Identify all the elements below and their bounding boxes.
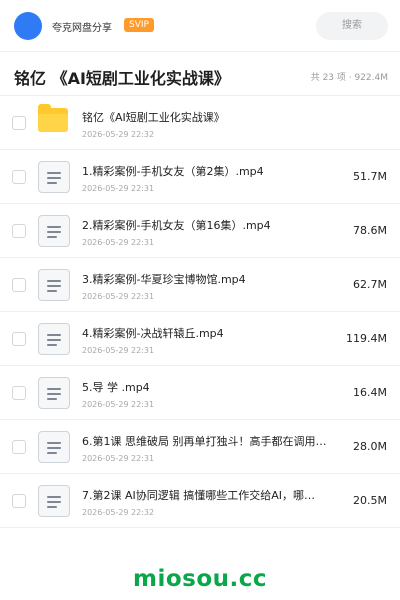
share-header: 夸克网盘分享 SVIP 搜索 [0,0,400,52]
list-item[interactable]: 1.精彩案例-手机女友（第2集）.mp4 2026-05-29 22:31 51… [0,150,400,204]
select-checkbox[interactable] [12,278,26,292]
item-name: 6.第1课 思维破局 别再单打独斗！高手都在调用A… [82,435,332,448]
select-checkbox[interactable] [12,494,26,508]
item-size: 20.5M [353,494,387,507]
list-item[interactable]: 7.第2课 AI协同逻辑 搞懂哪些工作交给AI，哪… 2026-05-29 22… [0,474,400,528]
item-date: 2026-05-29 22:31 [82,346,155,355]
select-checkbox[interactable] [12,332,26,346]
file-icon [38,161,70,193]
item-size: 28.0M [353,440,387,453]
item-name: 3.精彩案例-华夏珍宝博物馆.mp4 [82,273,246,286]
select-checkbox[interactable] [12,440,26,454]
file-icon [38,269,70,301]
avatar[interactable] [14,12,42,40]
item-date: 2026-05-29 22:31 [82,292,155,301]
select-checkbox[interactable] [12,386,26,400]
item-name: 铭亿《AI短剧工业化实战课》 [82,111,225,124]
item-name: 5.导 学 .mp4 [82,381,150,394]
item-date: 2026-05-29 22:31 [82,184,155,193]
item-date: 2026-05-29 22:31 [82,238,155,247]
select-checkbox[interactable] [12,224,26,238]
list-item[interactable]: 5.导 学 .mp4 2026-05-29 22:31 16.4M [0,366,400,420]
select-checkbox[interactable] [12,116,26,130]
list-item[interactable]: 3.精彩案例-华夏珍宝博物馆.mp4 2026-05-29 22:31 62.7… [0,258,400,312]
file-icon [38,485,70,517]
list-item[interactable]: 2.精彩案例-手机女友（第16集）.mp4 2026-05-29 22:31 7… [0,204,400,258]
list-item[interactable]: 铭亿《AI短剧工业化实战课》 2026-05-29 22:32 [0,96,400,150]
site-watermark: miosou.cc [132,566,268,592]
list-item[interactable]: 4.精彩案例-决战轩辕丘.mp4 2026-05-29 22:31 119.4M [0,312,400,366]
file-icon [38,323,70,355]
share-name: 夸克网盘分享 [52,23,112,34]
item-size: 78.6M [353,224,387,237]
item-name: 1.精彩案例-手机女友（第2集）.mp4 [82,165,264,178]
item-name: 2.精彩案例-手机女友（第16集）.mp4 [82,219,271,232]
page-title: 铭亿 《AI短剧工业化实战课》 [14,69,230,88]
file-icon [38,215,70,247]
item-size: 62.7M [353,278,387,291]
file-list: 铭亿《AI短剧工业化实战课》 2026-05-29 22:32 1.精彩案例-手… [0,96,400,528]
item-name: 7.第2课 AI协同逻辑 搞懂哪些工作交给AI，哪… [82,489,316,502]
svip-badge: SVIP [124,18,154,32]
file-icon [38,377,70,409]
select-checkbox[interactable] [12,170,26,184]
item-size: 51.7M [353,170,387,183]
item-date: 2026-05-29 22:32 [82,508,155,517]
search-button[interactable]: 搜索 [316,12,388,40]
item-size: 119.4M [346,332,387,345]
file-icon [38,431,70,463]
folder-icon [38,104,68,132]
folder-summary: 共 23 项 · 922.4M [310,73,388,83]
item-date: 2026-05-29 22:32 [82,130,155,139]
item-date: 2026-05-29 22:31 [82,400,155,409]
list-item[interactable]: 6.第1课 思维破局 别再单打独斗！高手都在调用A… 2026-05-29 22… [0,420,400,474]
item-date: 2026-05-29 22:31 [82,454,155,463]
item-name: 4.精彩案例-决战轩辕丘.mp4 [82,327,224,340]
item-size: 16.4M [353,386,387,399]
folder-title-bar: 铭亿 《AI短剧工业化实战课》 共 23 项 · 922.4M [0,52,400,96]
